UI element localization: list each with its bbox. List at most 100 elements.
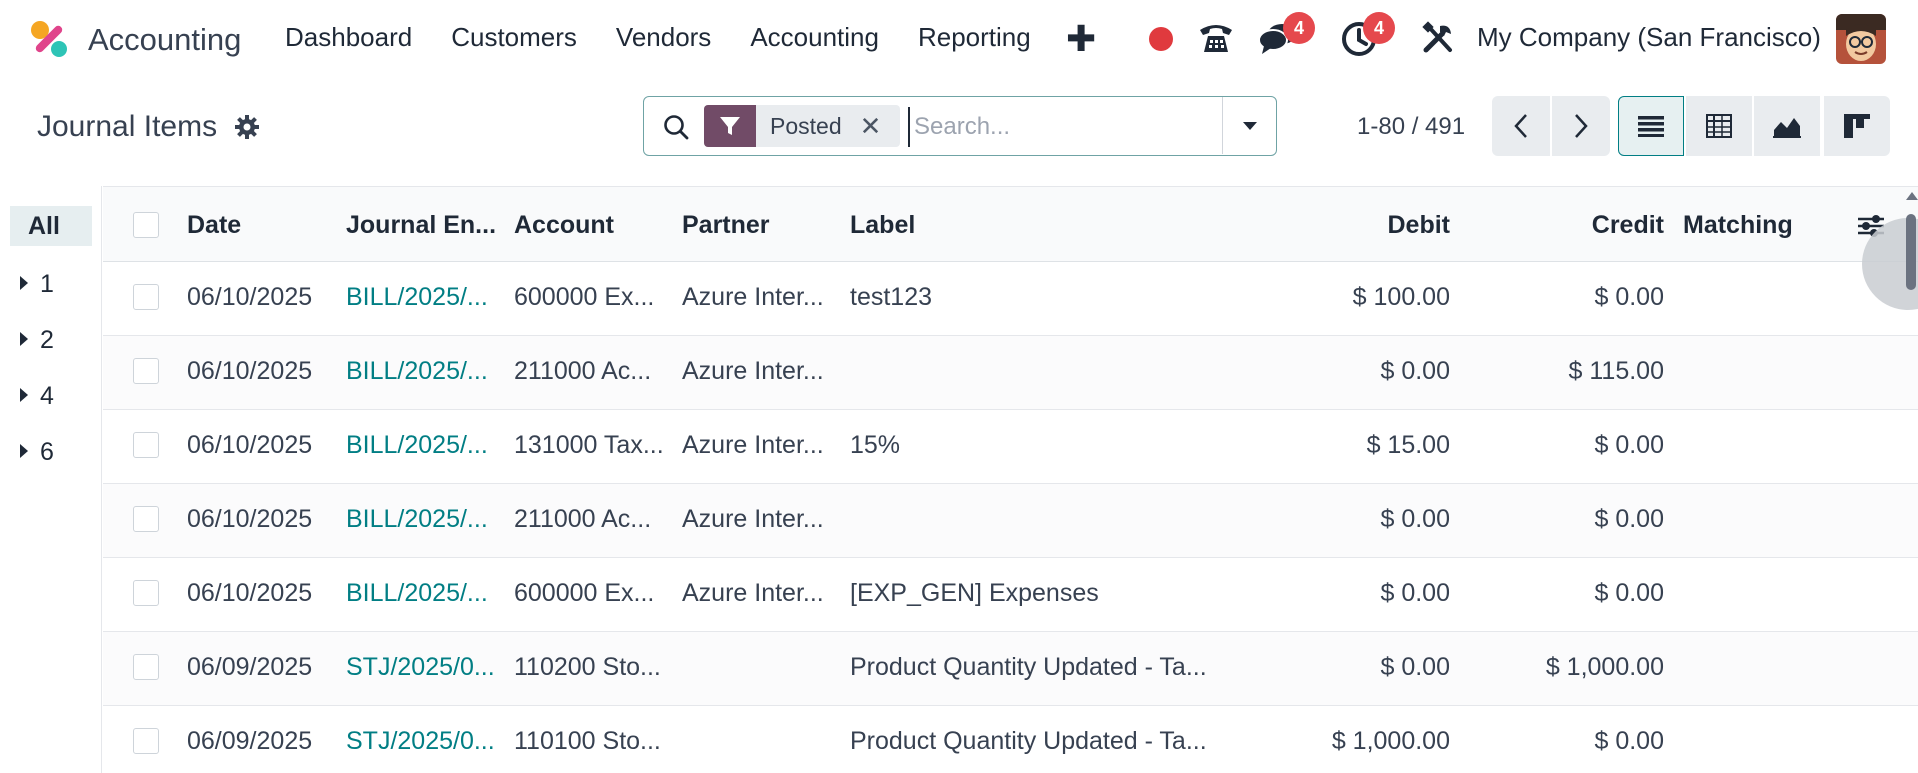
chevron-right-icon bbox=[1575, 114, 1588, 138]
cell-journal-entry[interactable]: STJ/2025/0... bbox=[346, 727, 496, 756]
kanban-view-button[interactable] bbox=[1824, 96, 1890, 156]
column-matching[interactable]: Matching bbox=[1683, 211, 1793, 240]
cell-label: [EXP_GEN] Expenses bbox=[850, 579, 1099, 607]
plus-icon[interactable]: ✚ bbox=[1066, 18, 1096, 60]
cell-credit: $ 0.00 bbox=[1594, 283, 1664, 311]
company-switcher[interactable]: My Company (San Francisco) bbox=[1477, 22, 1821, 53]
cell-credit: $ 115.00 bbox=[1568, 357, 1664, 385]
caret-right-icon bbox=[20, 388, 28, 403]
row-checkbox[interactable] bbox=[133, 728, 159, 754]
list-icon bbox=[1638, 116, 1664, 137]
row-checkbox[interactable] bbox=[133, 654, 159, 680]
cell-partner: Azure Inter... bbox=[682, 579, 824, 607]
user-avatar[interactable] bbox=[1836, 14, 1886, 64]
filter-icon bbox=[704, 105, 756, 147]
side-item-1[interactable]: 1 bbox=[20, 270, 54, 299]
scroll-up-arrow[interactable] bbox=[1906, 192, 1918, 200]
column-debit[interactable]: Debit bbox=[1283, 211, 1451, 240]
graph-view-button[interactable] bbox=[1754, 96, 1820, 156]
cell-date: 06/10/2025 bbox=[187, 579, 313, 607]
cell-credit: $ 0.00 bbox=[1594, 505, 1664, 533]
menu-reporting[interactable]: Reporting bbox=[918, 22, 1031, 53]
column-journal-entry[interactable]: Journal En... bbox=[346, 211, 496, 240]
column-account[interactable]: Account bbox=[514, 211, 614, 240]
cell-partner: Azure Inter... bbox=[682, 505, 824, 533]
list-view-button[interactable] bbox=[1618, 96, 1684, 156]
cell-partner: Azure Inter... bbox=[682, 283, 824, 311]
cell-account: 211000 Ac... bbox=[514, 357, 652, 385]
top-navbar: Accounting Dashboard Customers Vendors A… bbox=[0, 0, 1918, 78]
pivot-table-icon bbox=[1706, 114, 1732, 138]
tools-icon[interactable] bbox=[1420, 20, 1456, 56]
cell-label: Product Quantity Updated - Ta... bbox=[850, 727, 1207, 755]
cell-journal-entry[interactable]: BILL/2025/... bbox=[346, 431, 496, 460]
column-partner[interactable]: Partner bbox=[682, 211, 770, 240]
select-all-checkbox[interactable] bbox=[133, 212, 159, 238]
cell-date: 06/10/2025 bbox=[187, 431, 313, 459]
row-checkbox[interactable] bbox=[133, 506, 159, 532]
cell-date: 06/10/2025 bbox=[187, 505, 313, 533]
cell-journal-entry[interactable]: STJ/2025/0... bbox=[346, 653, 496, 682]
vertical-scrollbar[interactable] bbox=[1906, 214, 1916, 290]
side-item-label: 2 bbox=[40, 326, 54, 354]
recording-dot-icon[interactable] bbox=[1149, 27, 1173, 51]
gear-icon[interactable] bbox=[234, 114, 260, 140]
row-checkbox[interactable] bbox=[133, 358, 159, 384]
side-item-6[interactable]: 6 bbox=[20, 438, 54, 467]
chevron-left-icon bbox=[1514, 114, 1527, 138]
cell-date: 06/10/2025 bbox=[187, 357, 313, 385]
search-input[interactable] bbox=[908, 107, 1208, 147]
table-row[interactable]: 06/09/2025 STJ/2025/0... 110200 Sto... Prod… bbox=[103, 632, 1918, 706]
column-credit[interactable]: Credit bbox=[1483, 211, 1664, 240]
search-options-toggle[interactable] bbox=[1222, 97, 1276, 154]
cell-account: 211000 Ac... bbox=[514, 505, 652, 533]
table-row[interactable]: 06/10/2025 BILL/2025/... 600000 Ex... Azure… bbox=[103, 558, 1918, 632]
row-checkbox[interactable] bbox=[133, 432, 159, 458]
cell-journal-entry[interactable]: BILL/2025/... bbox=[346, 579, 496, 608]
pager-value[interactable]: 1-80 / 491 bbox=[1357, 113, 1465, 141]
facet-label: Posted bbox=[770, 113, 842, 139]
side-item-label: 6 bbox=[40, 438, 54, 466]
cell-account: 110100 Sto... bbox=[514, 727, 661, 755]
pager-next-button[interactable] bbox=[1552, 96, 1610, 156]
cell-debit: $ 15.00 bbox=[1366, 431, 1450, 459]
menu-dashboard[interactable]: Dashboard bbox=[285, 22, 412, 53]
column-date[interactable]: Date bbox=[187, 211, 241, 240]
side-item-2[interactable]: 2 bbox=[20, 326, 54, 355]
side-item-label: 1 bbox=[40, 270, 54, 298]
column-label[interactable]: Label bbox=[850, 211, 915, 240]
cell-account: 600000 Ex... bbox=[514, 579, 655, 607]
activity-count-badge: 4 bbox=[1363, 12, 1395, 44]
row-checkbox[interactable] bbox=[133, 284, 159, 310]
menu-vendors[interactable]: Vendors bbox=[616, 22, 711, 53]
cell-journal-entry[interactable]: BILL/2025/... bbox=[346, 283, 496, 312]
table-row[interactable]: 06/10/2025 BILL/2025/... 600000 Ex... Azure… bbox=[103, 262, 1918, 336]
table-row[interactable]: 06/10/2025 BILL/2025/... 211000 Ac... Azure… bbox=[103, 484, 1918, 558]
cell-label: Product Quantity Updated - Ta... bbox=[850, 653, 1207, 681]
pivot-view-button[interactable] bbox=[1686, 96, 1752, 156]
cell-journal-entry[interactable]: BILL/2025/... bbox=[346, 505, 496, 534]
row-checkbox[interactable] bbox=[133, 580, 159, 606]
table-row[interactable]: 06/10/2025 BILL/2025/... 211000 Ac... Azure… bbox=[103, 336, 1918, 410]
cell-debit: $ 1,000.00 bbox=[1331, 727, 1450, 755]
menu-accounting[interactable]: Accounting bbox=[750, 22, 879, 53]
app-name[interactable]: Accounting bbox=[88, 22, 241, 58]
side-item-4[interactable]: 4 bbox=[20, 382, 54, 411]
pager-previous-button[interactable] bbox=[1492, 96, 1550, 156]
caret-right-icon bbox=[20, 332, 28, 347]
menu-customers[interactable]: Customers bbox=[451, 22, 577, 53]
caret-down-icon bbox=[1242, 121, 1257, 130]
close-icon[interactable]: ✕ bbox=[860, 105, 900, 147]
cell-credit: $ 0.00 bbox=[1594, 431, 1664, 459]
accounting-app-icon[interactable] bbox=[28, 18, 70, 60]
cell-journal-entry[interactable]: BILL/2025/... bbox=[346, 357, 496, 386]
table-row[interactable]: 06/10/2025 BILL/2025/... 131000 Tax... Azur… bbox=[103, 410, 1918, 484]
cell-credit: $ 0.00 bbox=[1594, 579, 1664, 607]
table-row[interactable]: 06/09/2025 STJ/2025/0... 110100 Sto... Prod… bbox=[103, 706, 1918, 773]
main-menu: Dashboard Customers Vendors Accounting R… bbox=[285, 22, 1070, 53]
search-icon[interactable] bbox=[662, 113, 690, 141]
phone-icon[interactable] bbox=[1196, 18, 1236, 58]
cell-account: 110200 Sto... bbox=[514, 653, 661, 681]
side-item-all[interactable]: All bbox=[10, 206, 92, 246]
search-bar: Posted ✕ bbox=[643, 96, 1277, 156]
